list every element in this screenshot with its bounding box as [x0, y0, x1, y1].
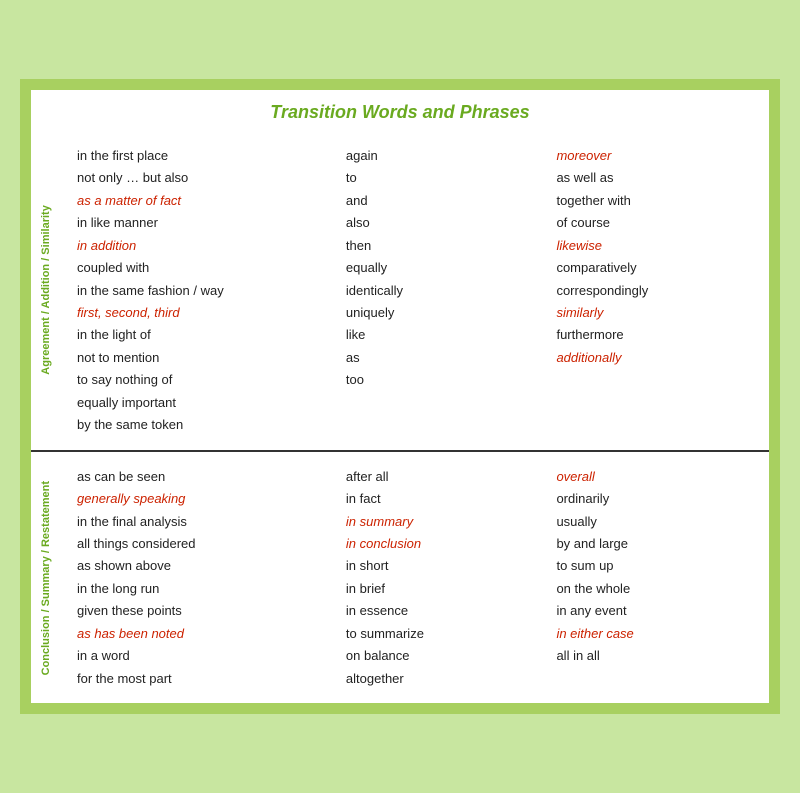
- section-agreement: Agreement / Addition / Similarity in the…: [31, 131, 769, 452]
- section1-col3: moreoveras well astogether withof course…: [548, 141, 759, 440]
- list-item: too: [346, 369, 541, 390]
- list-item: in any event: [556, 600, 751, 621]
- list-item: all things considered: [77, 533, 330, 554]
- list-item: moreover: [556, 145, 751, 166]
- list-item: identically: [346, 280, 541, 301]
- list-item: similarly: [556, 302, 751, 323]
- list-item: uniquely: [346, 302, 541, 323]
- section1-label: Agreement / Addition / Similarity: [31, 141, 61, 440]
- section2-col3: overallordinarilyusuallyby and largeto s…: [548, 462, 759, 693]
- list-item: in the light of: [77, 324, 330, 345]
- list-item: likewise: [556, 235, 751, 256]
- list-item: in like manner: [77, 212, 330, 233]
- list-item: to summarize: [346, 623, 541, 644]
- list-item: by and large: [556, 533, 751, 554]
- outer-border: Transition Words and Phrases Agreement /…: [20, 79, 780, 714]
- list-item: for the most part: [77, 668, 330, 689]
- list-item: correspondingly: [556, 280, 751, 301]
- list-item: together with: [556, 190, 751, 211]
- list-item: as has been noted: [77, 623, 330, 644]
- list-item: as: [346, 347, 541, 368]
- list-item: in the same fashion / way: [77, 280, 330, 301]
- section1-col2: againtoandalsothenequallyidenticallyuniq…: [338, 141, 549, 440]
- list-item: as can be seen: [77, 466, 330, 487]
- list-item: and: [346, 190, 541, 211]
- list-item: in a word: [77, 645, 330, 666]
- section1-col1: in the first placenot only … but alsoas …: [69, 141, 338, 440]
- list-item: given these points: [77, 600, 330, 621]
- list-item: coupled with: [77, 257, 330, 278]
- list-item: ordinarily: [556, 488, 751, 509]
- list-item: additionally: [556, 347, 751, 368]
- list-item: after all: [346, 466, 541, 487]
- list-item: in the final analysis: [77, 511, 330, 532]
- list-item: as a matter of fact: [77, 190, 330, 211]
- list-item: then: [346, 235, 541, 256]
- list-item: generally speaking: [77, 488, 330, 509]
- list-item: in the long run: [77, 578, 330, 599]
- list-item: in fact: [346, 488, 541, 509]
- list-item: to: [346, 167, 541, 188]
- list-item: in brief: [346, 578, 541, 599]
- list-item: overall: [556, 466, 751, 487]
- list-item: as shown above: [77, 555, 330, 576]
- list-item: on the whole: [556, 578, 751, 599]
- list-item: on balance: [346, 645, 541, 666]
- list-item: by the same token: [77, 414, 330, 435]
- list-item: not only … but also: [77, 167, 330, 188]
- section2-label: Conclusion / Summary / Restatement: [31, 462, 61, 693]
- list-item: in summary: [346, 511, 541, 532]
- list-item: altogether: [346, 668, 541, 689]
- list-item: usually: [556, 511, 751, 532]
- list-item: all in all: [556, 645, 751, 666]
- list-item: not to mention: [77, 347, 330, 368]
- section1-columns: in the first placenot only … but alsoas …: [61, 141, 759, 440]
- list-item: like: [346, 324, 541, 345]
- section2-col1: as can be seengenerally speakingin the f…: [69, 462, 338, 693]
- list-item: to say nothing of: [77, 369, 330, 390]
- inner-container: Transition Words and Phrases Agreement /…: [28, 87, 772, 706]
- list-item: in addition: [77, 235, 330, 256]
- list-item: in the first place: [77, 145, 330, 166]
- section2-columns: as can be seengenerally speakingin the f…: [61, 462, 759, 693]
- list-item: in conclusion: [346, 533, 541, 554]
- list-item: equally important: [77, 392, 330, 413]
- list-item: as well as: [556, 167, 751, 188]
- list-item: in short: [346, 555, 541, 576]
- list-item: comparatively: [556, 257, 751, 278]
- list-item: in essence: [346, 600, 541, 621]
- list-item: also: [346, 212, 541, 233]
- list-item: furthermore: [556, 324, 751, 345]
- list-item: to sum up: [556, 555, 751, 576]
- list-item: of course: [556, 212, 751, 233]
- list-item: first, second, third: [77, 302, 330, 323]
- section-conclusion: Conclusion / Summary / Restatement as ca…: [31, 452, 769, 703]
- list-item: in either case: [556, 623, 751, 644]
- list-item: again: [346, 145, 541, 166]
- section2-col2: after allin factin summaryin conclusioni…: [338, 462, 549, 693]
- page-title: Transition Words and Phrases: [31, 90, 769, 131]
- list-item: equally: [346, 257, 541, 278]
